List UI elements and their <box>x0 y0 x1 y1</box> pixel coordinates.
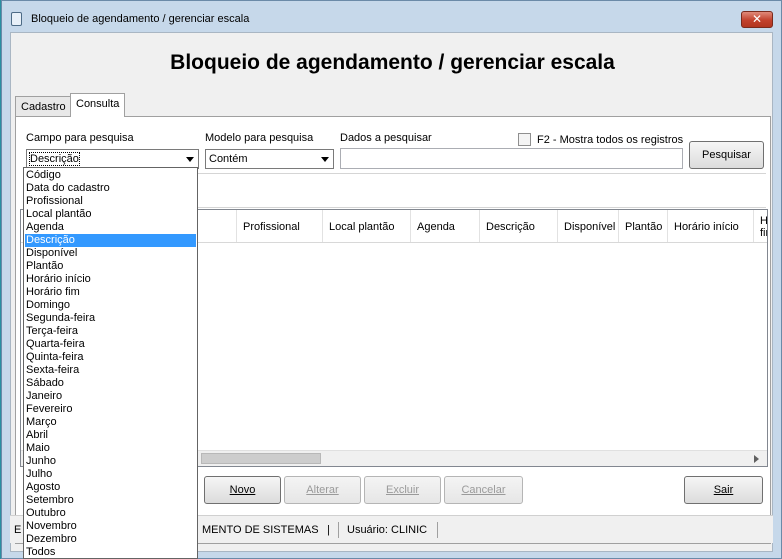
divider <box>338 522 339 538</box>
dados-label: Dados a pesquisar <box>340 132 432 144</box>
dropdown-option[interactable]: Profissional <box>25 195 196 208</box>
search-button[interactable]: Pesquisar <box>689 141 764 169</box>
dados-input[interactable] <box>340 148 683 169</box>
status-user: Usuário: CLINIC <box>347 524 428 536</box>
dropdown-option[interactable]: Junho <box>25 455 196 468</box>
modelo-select-value: Contém <box>209 153 248 165</box>
tab-consulta[interactable]: Consulta <box>70 93 126 117</box>
dropdown-option[interactable]: Janeiro <box>25 390 196 403</box>
dropdown-option[interactable]: Agenda <box>25 221 196 234</box>
dropdown-option[interactable]: Outubro <box>25 507 196 520</box>
dropdown-option[interactable]: Setembro <box>25 494 196 507</box>
cancelar-button[interactable]: Cancelar <box>444 476 523 504</box>
close-icon: ✕ <box>751 12 763 26</box>
modelo-select[interactable]: Contém <box>205 149 334 169</box>
dropdown-option[interactable]: Abril <box>25 429 196 442</box>
dropdown-option[interactable]: Código <box>25 169 196 182</box>
dropdown-option[interactable]: Disponível <box>25 247 196 260</box>
dropdown-option[interactable]: Todos <box>25 546 196 559</box>
chevron-down-icon <box>321 157 329 162</box>
dropdown-option[interactable]: Data do cadastro <box>25 182 196 195</box>
dropdown-option[interactable]: Domingo <box>25 299 196 312</box>
column-header-local-plantao[interactable]: Local plantão <box>323 210 411 242</box>
campo-label: Campo para pesquisa <box>26 132 134 144</box>
column-header-profissional[interactable]: Profissional <box>237 210 323 242</box>
sair-button[interactable]: Sair <box>684 476 763 504</box>
chevron-down-icon <box>186 157 194 162</box>
excluir-button[interactable]: Excluir <box>364 476 441 504</box>
dropdown-option[interactable]: Novembro <box>25 520 196 533</box>
dropdown-option[interactable]: Plantão <box>25 260 196 273</box>
dropdown-option[interactable]: Agosto <box>25 481 196 494</box>
alterar-button[interactable]: Alterar <box>284 476 361 504</box>
column-header-agenda[interactable]: Agenda <box>411 210 480 242</box>
dropdown-option[interactable]: Julho <box>25 468 196 481</box>
modelo-label: Modelo para pesquisa <box>205 132 314 144</box>
divider <box>437 522 438 538</box>
show-all-label: F2 - Mostra todos os registros <box>537 134 684 146</box>
arrow-right-icon[interactable] <box>754 455 759 463</box>
page-title: Bloqueio de agendamento / gerenciar esca… <box>170 51 615 74</box>
novo-button[interactable]: Novo <box>204 476 281 504</box>
status-left: E <box>14 524 22 536</box>
close-button[interactable]: ✕ <box>741 11 773 28</box>
status-pipe: | <box>327 524 330 536</box>
dropdown-option[interactable]: Descrição <box>25 234 196 247</box>
dropdown-option[interactable]: Sábado <box>25 377 196 390</box>
campo-select-value: Descrição <box>29 152 80 166</box>
dropdown-option[interactable]: Dezembro <box>25 533 196 546</box>
dropdown-option[interactable]: Quinta-feira <box>25 351 196 364</box>
tab-cadastro[interactable]: Cadastro <box>15 96 72 117</box>
column-header-plantao[interactable]: Plantão <box>619 210 668 242</box>
dropdown-option[interactable]: Horário início <box>25 273 196 286</box>
dropdown-option[interactable]: Horário fim <box>25 286 196 299</box>
campo-select[interactable]: Descrição <box>26 149 199 169</box>
dropdown-option[interactable]: Segunda-feira <box>25 312 196 325</box>
app-window-icon <box>11 12 22 26</box>
window-title: Bloqueio de agendamento / gerenciar esca… <box>31 13 250 25</box>
dropdown-option[interactable]: Local plantão <box>25 208 196 221</box>
column-header-horario-fim[interactable]: Horário fim <box>754 210 767 242</box>
show-all-checkbox[interactable] <box>518 133 531 146</box>
dropdown-option[interactable]: Terça-feira <box>25 325 196 338</box>
dropdown-option[interactable]: Quarta-feira <box>25 338 196 351</box>
title-bar[interactable]: Bloqueio de agendamento / gerenciar esca… <box>2 1 781 31</box>
campo-dropdown-list[interactable]: Código Data do cadastro Profissional Local … <box>23 167 198 559</box>
dropdown-option[interactable]: Fevereiro <box>25 403 196 416</box>
column-header-horario-inicio[interactable]: Horário início <box>668 210 754 242</box>
dropdown-option[interactable]: Sexta-feira <box>25 364 196 377</box>
dropdown-option[interactable]: Maio <box>25 442 196 455</box>
column-header-descricao[interactable]: Descrição <box>480 210 558 242</box>
status-company: MENTO DE SISTEMAS <box>202 524 319 536</box>
dropdown-option[interactable]: Março <box>25 416 196 429</box>
scrollbar-thumb[interactable] <box>201 453 321 464</box>
column-header-disponivel[interactable]: Disponível <box>558 210 619 242</box>
